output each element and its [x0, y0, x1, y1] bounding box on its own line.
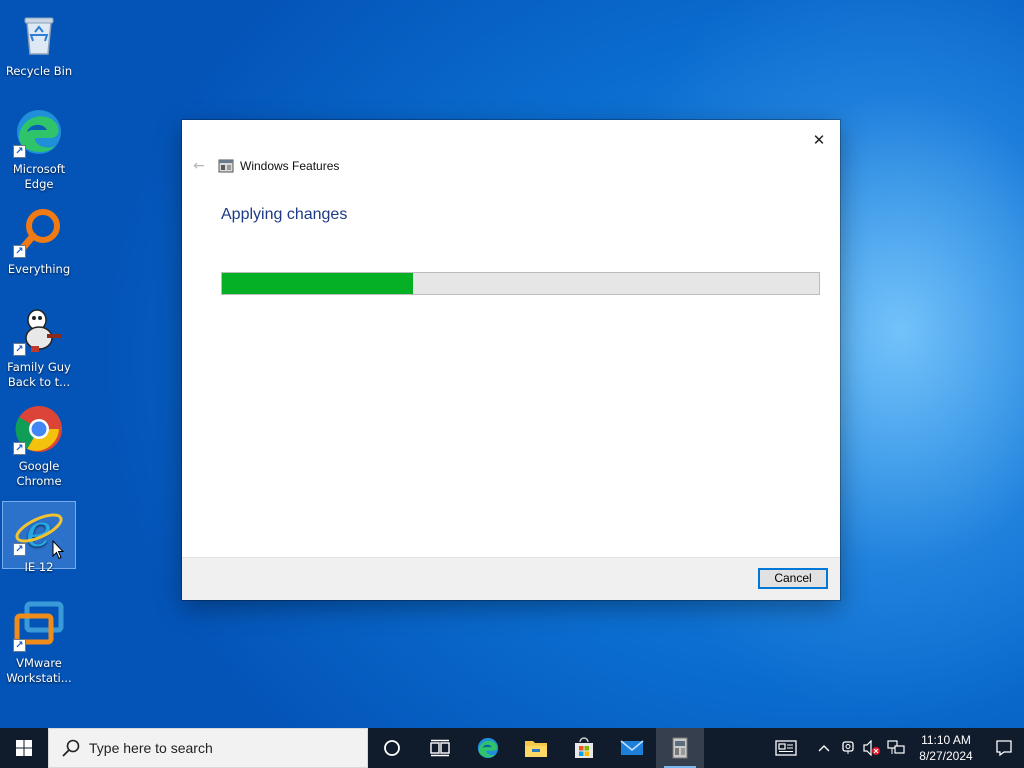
start-button[interactable]: [0, 728, 48, 768]
shortcut-overlay-icon: [13, 639, 26, 652]
desktop-icon-label: IE 12: [24, 560, 54, 574]
chrome-icon: [13, 403, 65, 455]
mail-icon: [620, 740, 644, 755]
progress-bar-fill: [222, 273, 414, 294]
network-button[interactable]: [884, 728, 908, 768]
cortana-icon: [384, 740, 400, 756]
volume-muted-icon: [863, 740, 880, 756]
file-explorer-icon: [525, 741, 547, 757]
progress-bar: [221, 272, 820, 295]
mouse-cursor-icon: [52, 540, 64, 560]
meet-now-button[interactable]: [836, 728, 860, 768]
desktop-icon-ie12[interactable]: e IE 12: [2, 501, 76, 574]
windows-logo-icon: [16, 740, 32, 756]
windows-features-icon: [218, 158, 234, 174]
search-placeholder: Type here to search: [89, 740, 213, 756]
search-icon: [62, 739, 80, 757]
dialog-heading: Applying changes: [221, 206, 348, 223]
back-arrow-icon[interactable]: ←: [190, 157, 208, 175]
shortcut-overlay-icon: [13, 245, 26, 258]
shortcut-overlay-icon: [13, 442, 26, 455]
system-tray: 11:10 AM 8/27/2024: [766, 728, 1024, 768]
chevron-up-icon: [818, 745, 830, 752]
windows-features-icon: [672, 737, 688, 759]
desktop-icon-label: Family Guy Back to t...: [7, 360, 71, 389]
taskbar-windows-features-button[interactable]: [656, 728, 704, 768]
store-icon: [575, 737, 593, 758]
desktop-icon-microsoft-edge[interactable]: Microsoft Edge: [2, 104, 76, 192]
news-widget-button[interactable]: [766, 728, 806, 768]
volume-button[interactable]: [860, 728, 884, 768]
dialog-title: Windows Features: [240, 159, 340, 173]
clock-time: 11:10 AM: [921, 733, 971, 747]
task-view-icon: [430, 739, 450, 757]
desktop-icon-label: VMware Workstati...: [6, 656, 72, 685]
recycle-bin-icon: [13, 8, 65, 60]
cortana-button[interactable]: [368, 728, 416, 768]
taskbar-store-button[interactable]: [560, 728, 608, 768]
shortcut-overlay-icon: [13, 543, 26, 556]
desktop-icon-label: Google Chrome: [16, 459, 62, 488]
taskbar-clock[interactable]: 11:10 AM 8/27/2024: [908, 728, 984, 768]
shortcut-overlay-icon: [13, 343, 26, 356]
webcam-icon: [842, 741, 854, 754]
vmware-icon: [13, 600, 65, 652]
notification-icon: [996, 740, 1012, 757]
family-guy-game-icon: [13, 304, 65, 356]
desktop-icon-family-guy[interactable]: Family Guy Back to t...: [2, 302, 76, 390]
task-view-button[interactable]: [416, 728, 464, 768]
clock-date: 8/27/2024: [919, 749, 973, 763]
desktop-icon-vmware-workstation[interactable]: VMware Workstati...: [2, 598, 76, 686]
desktop-icon-google-chrome[interactable]: Google Chrome: [2, 401, 76, 489]
desktop-icon-label: Recycle Bin: [5, 64, 73, 78]
shortcut-overlay-icon: [13, 145, 26, 158]
taskbar-edge-button[interactable]: [464, 728, 512, 768]
desktop-icon-recycle-bin[interactable]: Recycle Bin: [2, 6, 76, 79]
action-center-button[interactable]: [984, 728, 1024, 768]
taskbar: Type here to search 11:10 AM 8/27/2024: [0, 728, 1024, 768]
taskbar-mail-button[interactable]: [608, 728, 656, 768]
desktop-icon-everything[interactable]: Everything: [2, 204, 76, 277]
news-icon: [775, 740, 797, 756]
desktop-icon-label: Everything: [7, 262, 71, 276]
edge-icon: [13, 106, 65, 158]
taskbar-file-explorer-button[interactable]: [512, 728, 560, 768]
desktop-icon-label: Microsoft Edge: [12, 162, 66, 191]
dialog-footer: Cancel: [182, 557, 840, 600]
windows-features-dialog: ← Windows Features Applying changes Canc…: [182, 120, 840, 600]
network-icon: [887, 740, 905, 754]
edge-icon: [477, 737, 499, 759]
everything-search-icon: [13, 206, 65, 258]
close-button[interactable]: [804, 124, 834, 152]
show-hidden-icons-button[interactable]: [812, 728, 836, 768]
dialog-nav-row: ← Windows Features: [190, 156, 339, 176]
taskbar-search-box[interactable]: Type here to search: [48, 728, 368, 768]
cancel-button[interactable]: Cancel: [758, 568, 828, 589]
svg-text:e: e: [26, 506, 52, 556]
